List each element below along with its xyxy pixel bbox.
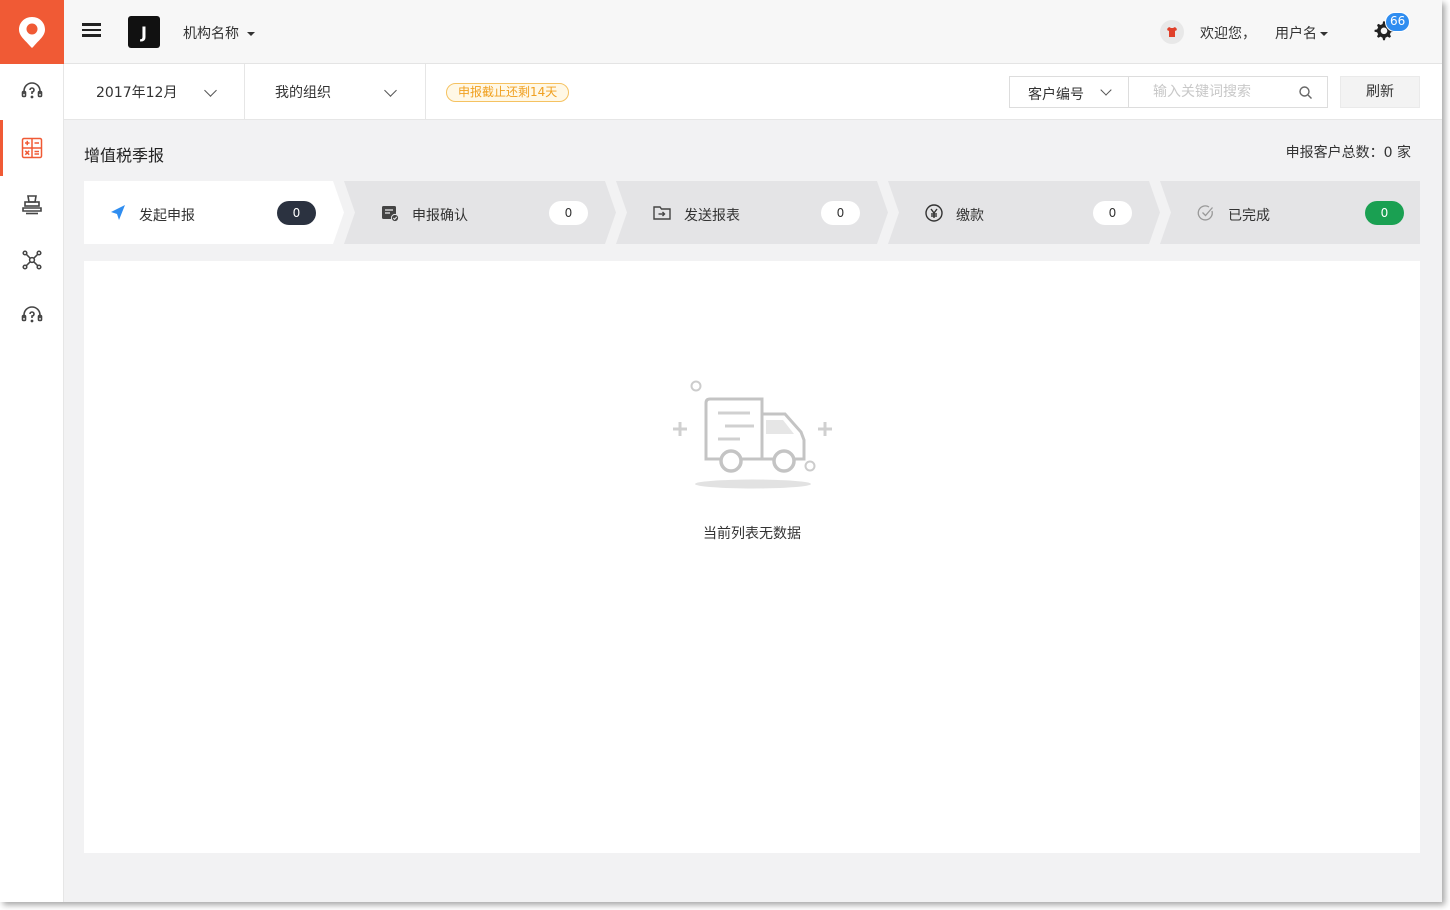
user-menu[interactable]: 用户名 bbox=[1275, 23, 1328, 43]
period-select[interactable]: 2017年12月 bbox=[64, 64, 245, 120]
sidebar-item-stamp[interactable] bbox=[0, 176, 64, 232]
organization-select[interactable]: 我的组织 bbox=[245, 64, 426, 120]
sidebar bbox=[0, 64, 64, 902]
calculator-icon bbox=[21, 137, 43, 159]
send-folder-icon bbox=[653, 206, 671, 220]
sidebar-item-service[interactable] bbox=[0, 64, 64, 120]
filter-bar: 2017年12月 我的组织 申报截止还剩14天 客户编号 刷新 bbox=[64, 64, 1442, 120]
deadline-badge: 申报截止还剩14天 bbox=[446, 83, 570, 102]
step-count-badge: 0 bbox=[821, 201, 860, 225]
period-value: 2017年12月 bbox=[96, 85, 178, 101]
chevron-down-icon bbox=[1100, 84, 1112, 96]
caret-down-icon bbox=[247, 32, 255, 36]
customer-service-icon bbox=[21, 82, 43, 99]
sidebar-item-network[interactable] bbox=[0, 232, 64, 288]
customer-field-select[interactable]: 客户编号 bbox=[1009, 76, 1129, 108]
step-payment[interactable]: 缴款 0 bbox=[888, 181, 1160, 244]
chevron-down-icon bbox=[384, 84, 397, 97]
avatar[interactable] bbox=[1160, 20, 1184, 44]
step-label: 申报确认 bbox=[412, 208, 468, 224]
search-icon[interactable] bbox=[1298, 85, 1314, 101]
total-customers: 申报客户总数：0 家 bbox=[1285, 145, 1411, 161]
confirm-doc-icon bbox=[382, 206, 400, 223]
workflow-steps: 发起申报 0 申报确认 0 发送报表 0 缴款 0 已完成 0 bbox=[84, 181, 1420, 244]
step-label: 发送报表 bbox=[684, 208, 740, 224]
shirt-icon bbox=[1167, 27, 1177, 37]
step-count-badge: 0 bbox=[277, 201, 316, 225]
refresh-button[interactable]: 刷新 bbox=[1340, 76, 1420, 108]
step-count-badge: 0 bbox=[1093, 201, 1132, 225]
page-title: 增值税季报 bbox=[84, 146, 165, 165]
help-icon bbox=[21, 306, 43, 323]
step-confirm[interactable]: 申报确认 0 bbox=[344, 181, 616, 244]
stamp-icon bbox=[22, 195, 42, 215]
chevron-down-icon bbox=[204, 84, 217, 97]
sidebar-item-help[interactable] bbox=[0, 288, 64, 344]
step-send-report[interactable]: 发送报表 0 bbox=[616, 181, 888, 244]
customer-field-value: 客户编号 bbox=[1028, 87, 1084, 103]
check-circle-icon bbox=[1197, 205, 1213, 221]
step-label: 缴款 bbox=[956, 208, 984, 224]
caret-down-icon bbox=[1320, 32, 1328, 36]
navigation-arrow-icon bbox=[111, 205, 125, 220]
empty-state-message: 当前列表无数据 bbox=[703, 526, 801, 542]
app-window: J 机构名称 欢迎您， 用户名 66 2017年12月 我的组织 申报截止还剩1… bbox=[0, 0, 1442, 902]
username-label: 用户名 bbox=[1275, 26, 1317, 42]
hamburger-menu-icon[interactable] bbox=[80, 20, 104, 44]
yuan-payment-icon bbox=[925, 204, 943, 222]
step-completed[interactable]: 已完成 0 bbox=[1160, 181, 1420, 244]
sidebar-item-tax[interactable] bbox=[0, 120, 64, 176]
organization-value: 我的组织 bbox=[275, 85, 331, 101]
org-name-dropdown[interactable]: 机构名称 bbox=[183, 23, 255, 43]
location-pin-icon bbox=[19, 17, 45, 48]
step-label: 发起申报 bbox=[139, 208, 195, 224]
content-panel: 当前列表无数据 bbox=[84, 261, 1420, 853]
empty-truck-icon bbox=[673, 380, 832, 489]
app-logo[interactable] bbox=[0, 0, 64, 64]
welcome-text: 欢迎您， bbox=[1200, 26, 1256, 42]
notification-badge[interactable]: 66 bbox=[1385, 12, 1411, 32]
network-icon bbox=[22, 250, 42, 270]
top-bar: J 机构名称 欢迎您， 用户名 66 bbox=[0, 0, 1442, 64]
step-count-badge: 0 bbox=[549, 201, 588, 225]
search-input[interactable] bbox=[1129, 77, 1299, 107]
org-logo: J bbox=[128, 16, 160, 48]
org-name-label: 机构名称 bbox=[183, 26, 239, 42]
step-count-badge: 0 bbox=[1365, 201, 1404, 225]
step-initiate[interactable]: 发起申报 0 bbox=[84, 181, 344, 244]
step-label: 已完成 bbox=[1228, 208, 1270, 224]
search-box bbox=[1128, 76, 1328, 108]
